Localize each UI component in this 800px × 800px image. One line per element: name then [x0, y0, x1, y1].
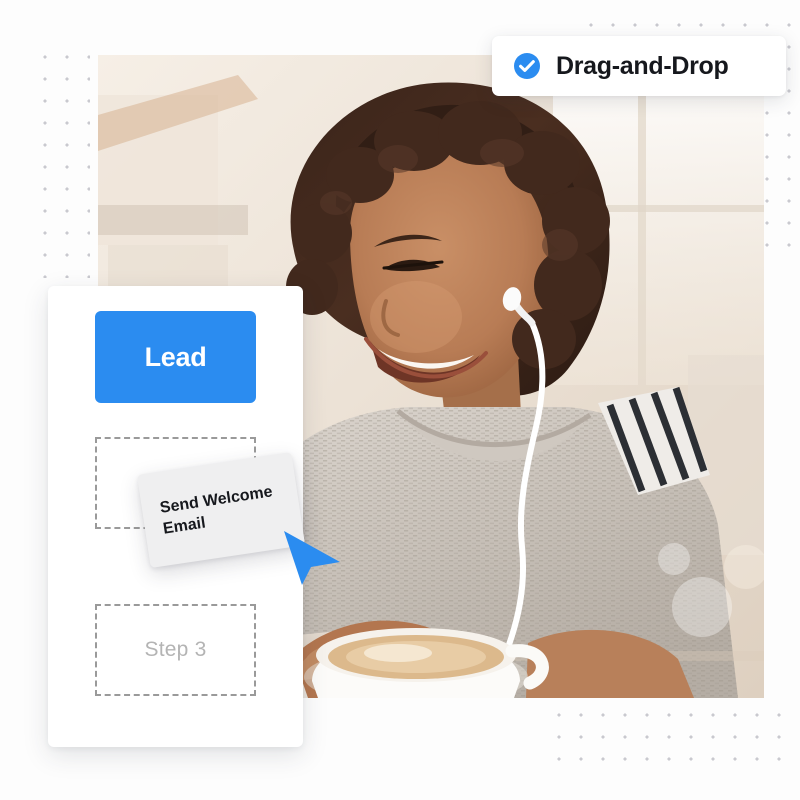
dragged-action-card-label: Send Welcome Email	[158, 483, 274, 538]
decorative-dot-grid-left	[34, 46, 90, 278]
workflow-lead-block[interactable]: Lead	[95, 311, 256, 403]
workflow-lead-label: Lead	[144, 341, 207, 372]
workflow-step-slot-3-label: Step 3	[144, 638, 207, 661]
decorative-dot-grid-bottom-right	[548, 704, 796, 772]
workflow-step-slot-3[interactable]: Step 3	[95, 604, 256, 696]
screenshot-canvas: Drag-and-Drop Lead Step 3 Send Welcome E…	[0, 0, 800, 800]
decorative-dot-grid-top-right	[580, 14, 792, 38]
drag-and-drop-badge: Drag-and-Drop	[492, 36, 786, 96]
check-circle-icon	[514, 53, 540, 79]
drag-and-drop-badge-label: Drag-and-Drop	[556, 51, 729, 80]
